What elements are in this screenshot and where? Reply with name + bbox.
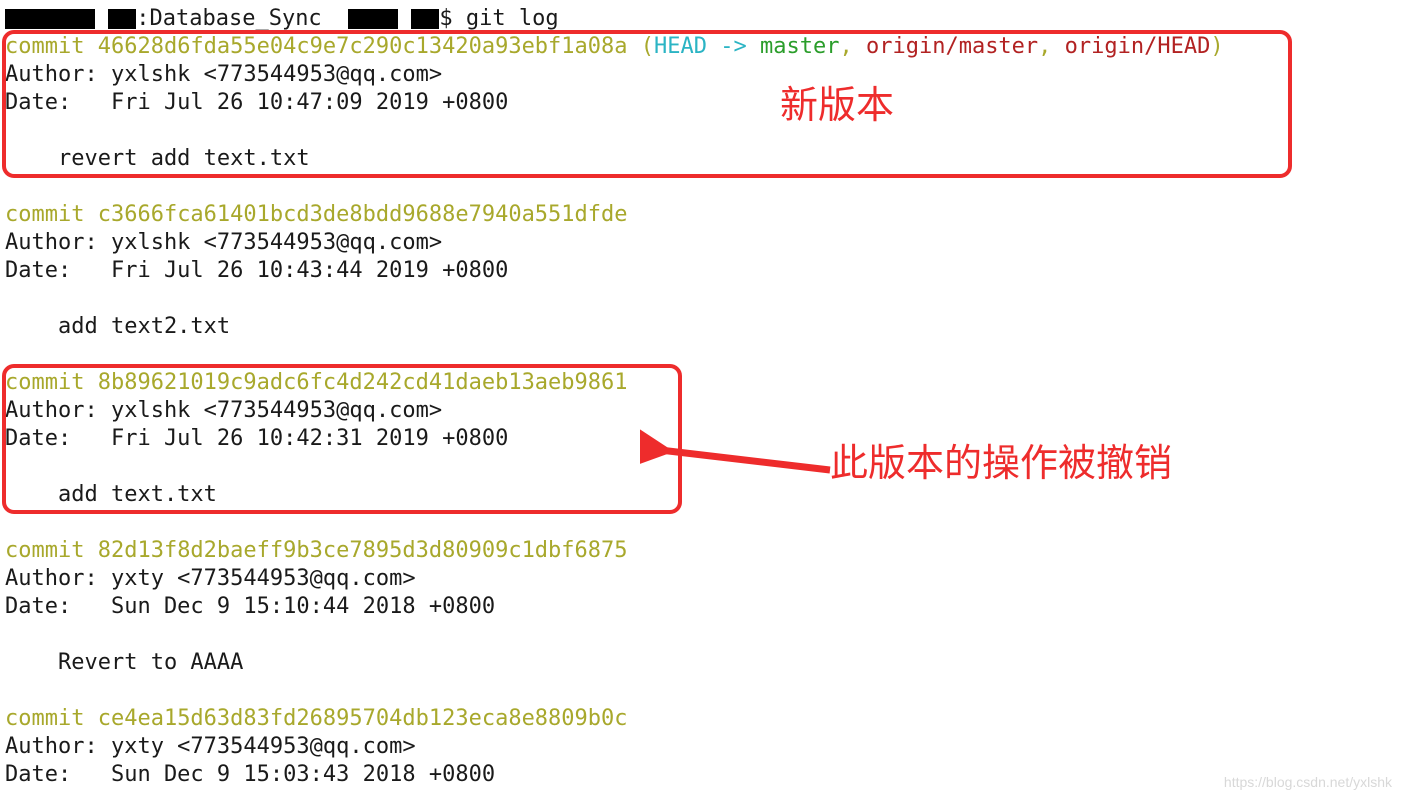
commit-author: Author: yxlshk <773544953@qq.com> xyxy=(5,229,1397,257)
blank-line xyxy=(5,677,1397,705)
commit-message: Revert to AAAA xyxy=(5,649,1397,677)
commit-date: Date: Sun Dec 9 15:03:43 2018 +0800 xyxy=(5,761,1397,789)
ref-remote: origin/master xyxy=(866,34,1038,59)
commit-line: commit 46628d6fda55e04c9e7c290c13420a93e… xyxy=(5,33,1397,61)
commit-line: commit 82d13f8d2baeff9b3ce7895d3d80909c1… xyxy=(5,537,1397,565)
ref-branch: master xyxy=(760,34,839,59)
redacted-host xyxy=(5,9,95,29)
commit-author: Author: yxlshk <773544953@qq.com> xyxy=(5,61,1397,89)
commit-date: Date: Sun Dec 9 15:10:44 2018 +0800 xyxy=(5,593,1397,621)
commit-message: revert add text.txt xyxy=(5,145,1397,173)
redacted-segment xyxy=(411,9,439,29)
commit-prefix: commit xyxy=(5,538,98,563)
refs-close-paren: ) xyxy=(1210,34,1223,59)
ref-arrow: -> xyxy=(707,34,760,59)
commit-hash: 82d13f8d2baeff9b3ce7895d3d80909c1dbf6875 xyxy=(98,538,628,563)
redacted-segment xyxy=(108,9,136,29)
commit-author: Author: yxty <773544953@qq.com> xyxy=(5,733,1397,761)
commit-date: Date: Fri Jul 26 10:43:44 2019 +0800 xyxy=(5,257,1397,285)
commit-hash: ce4ea15d63d83fd26895704db123eca8e8809b0c xyxy=(98,706,628,731)
commit-hash: c3666fca61401bcd3de8bdd9688e7940a551dfde xyxy=(98,202,628,227)
blank-line xyxy=(5,341,1397,369)
ref-comma: , xyxy=(839,34,866,59)
commit-line: commit 8b89621019c9adc6fc4d242cd41daeb13… xyxy=(5,369,1397,397)
blank-line xyxy=(5,285,1397,313)
blank-line xyxy=(5,621,1397,649)
blank-line xyxy=(5,509,1397,537)
commit-author: Author: yxty <773544953@qq.com> xyxy=(5,565,1397,593)
ref-comma: , xyxy=(1038,34,1065,59)
commit-date: Date: Fri Jul 26 10:47:09 2019 +0800 xyxy=(5,89,1397,117)
refs-open-paren: ( xyxy=(641,34,654,59)
blank-line xyxy=(5,173,1397,201)
commit-message: add text2.txt xyxy=(5,313,1397,341)
terminal-output: :Database_Sync $ git log commit 46628d6f… xyxy=(5,5,1397,789)
commit-line: commit c3666fca61401bcd3de8bdd9688e7940a… xyxy=(5,201,1397,229)
commit-prefix: commit xyxy=(5,202,98,227)
annotation-new-version: 新版本 xyxy=(780,92,894,120)
prompt-line: :Database_Sync $ git log xyxy=(5,5,1397,33)
ref-head: HEAD xyxy=(654,34,707,59)
watermark: https://blog.csdn.net/yxlshk xyxy=(1224,768,1392,796)
prompt-path: :Database_Sync xyxy=(136,6,348,31)
commit-hash: 46628d6fda55e04c9e7c290c13420a93ebf1a08a xyxy=(98,34,628,59)
commit-prefix: commit xyxy=(5,34,98,59)
redacted-user xyxy=(348,9,398,29)
ref-remote: origin/HEAD xyxy=(1065,34,1211,59)
commit-hash: 8b89621019c9adc6fc4d242cd41daeb13aeb9861 xyxy=(98,370,628,395)
annotation-reverted: 此版本的操作被撤销 xyxy=(830,450,1172,478)
commit-prefix: commit xyxy=(5,370,98,395)
commit-prefix: commit xyxy=(5,706,98,731)
arrow-icon xyxy=(640,420,840,500)
commit-line: commit ce4ea15d63d83fd26895704db123eca8e… xyxy=(5,705,1397,733)
blank-line xyxy=(5,117,1397,145)
prompt-command: $ git log xyxy=(439,6,558,31)
